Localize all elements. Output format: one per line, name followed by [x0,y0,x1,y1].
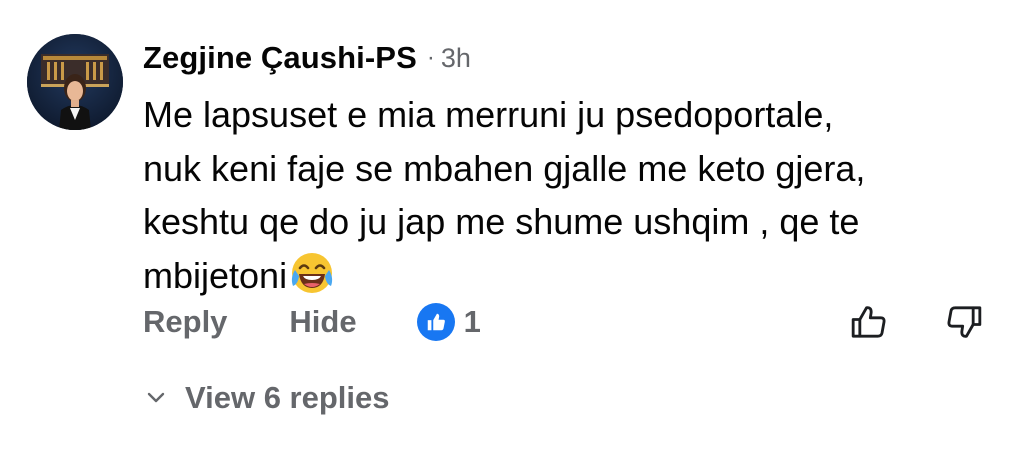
avatar[interactable] [27,34,123,130]
comment-body: Me lapsuset e mia merruni ju psedoportal… [143,88,1013,302]
comment-line-text: mbijetoni [143,254,288,296]
thumbs-down-outline-icon [947,306,982,338]
view-replies-label: View 6 replies [185,380,390,415]
reaction-summary[interactable]: 1 [416,303,481,341]
comment-line-last: mbijetoni [143,249,1013,303]
like-icon [416,303,455,341]
comment-header: Zegjine Çaushi-PS · 3h [143,38,471,78]
meta-separator: · [426,44,435,71]
chevron-down-icon [145,387,167,409]
view-replies-button[interactable]: View 6 replies [145,376,390,420]
timestamp[interactable]: 3h [441,43,471,74]
comment-line: keshtu qe do ju jap me shume ushqim , qe… [143,201,860,242]
comment: Zegjine Çaushi-PS · 3h Me lapsuset e mia… [0,0,1024,457]
comment-line: nuk keni faje se mbahen gjalle me keto g… [143,147,866,189]
hide-button[interactable]: Hide [289,304,356,340]
reply-button[interactable]: Reply [143,304,227,340]
laughing-tears-emoji-icon [289,250,335,296]
downvote-button[interactable] [940,298,988,346]
author-name[interactable]: Zegjine Çaushi-PS [143,40,417,76]
comment-line: Me lapsuset e mia merruni ju psedoportal… [143,94,834,135]
thumbs-up-outline-icon [851,306,886,338]
upvote-button[interactable] [845,298,893,346]
comment-actions: Reply Hide 1 [143,300,481,344]
reaction-count: 1 [463,304,481,339]
